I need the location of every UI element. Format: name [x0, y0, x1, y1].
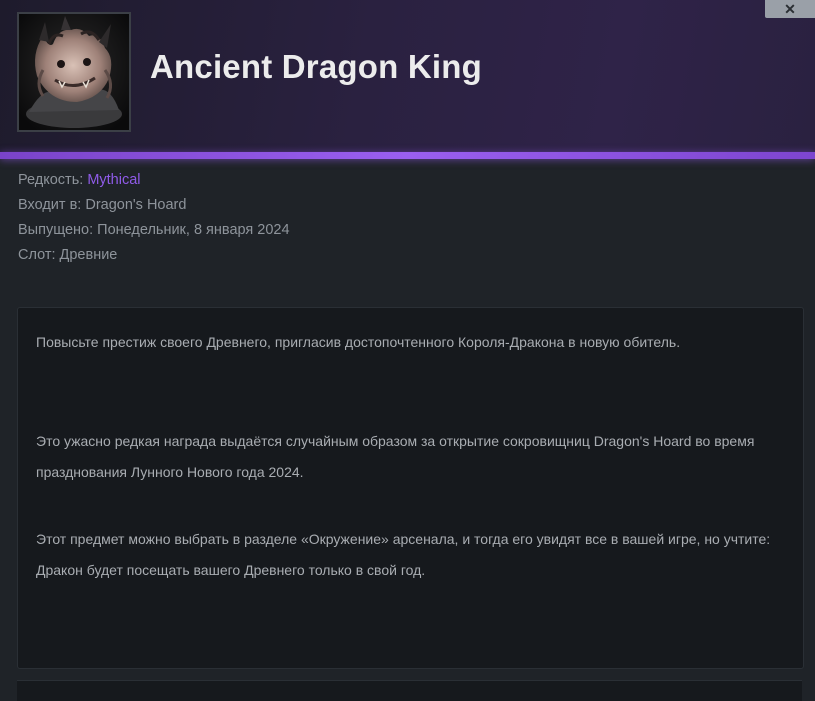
rarity-accent-bar [0, 152, 815, 159]
description-paragraph: Этот предмет можно выбрать в разделе «Ок… [36, 531, 771, 578]
rarity-value: Mythical [87, 172, 141, 188]
item-title: Ancient Dragon King [150, 48, 482, 85]
dragon-king-portrait-icon [19, 14, 129, 130]
close-icon: ✕ [784, 1, 796, 17]
description-paragraph: Это ужасно редкая награда выдаётся случа… [36, 433, 755, 480]
description-paragraph: Повысьте престиж своего Древнего, пригла… [36, 334, 681, 350]
rarity-line: Редкость: Mythical [18, 168, 798, 193]
released-value: Понедельник, 8 января 2024 [97, 222, 290, 238]
slot-value: Древние [59, 247, 118, 263]
slot-line: Слот: Древние [18, 243, 798, 268]
rarity-label: Редкость: [18, 172, 88, 188]
set-label: Входит в: [18, 197, 86, 213]
item-meta: Редкость: Mythical Входит в: Dragon's Ho… [18, 168, 798, 268]
close-button[interactable]: ✕ [765, 0, 815, 18]
slot-label: Слот: [18, 247, 60, 263]
description-panel: Повысьте престиж своего Древнего, пригла… [17, 307, 804, 669]
released-line: Выпущено: Понедельник, 8 января 2024 [18, 218, 798, 243]
set-value: Dragon's Hoard [85, 197, 187, 213]
set-line: Входит в: Dragon's Hoard [18, 193, 798, 218]
next-panel-edge [17, 680, 802, 701]
item-image [17, 12, 131, 132]
released-label: Выпущено: [18, 222, 98, 238]
